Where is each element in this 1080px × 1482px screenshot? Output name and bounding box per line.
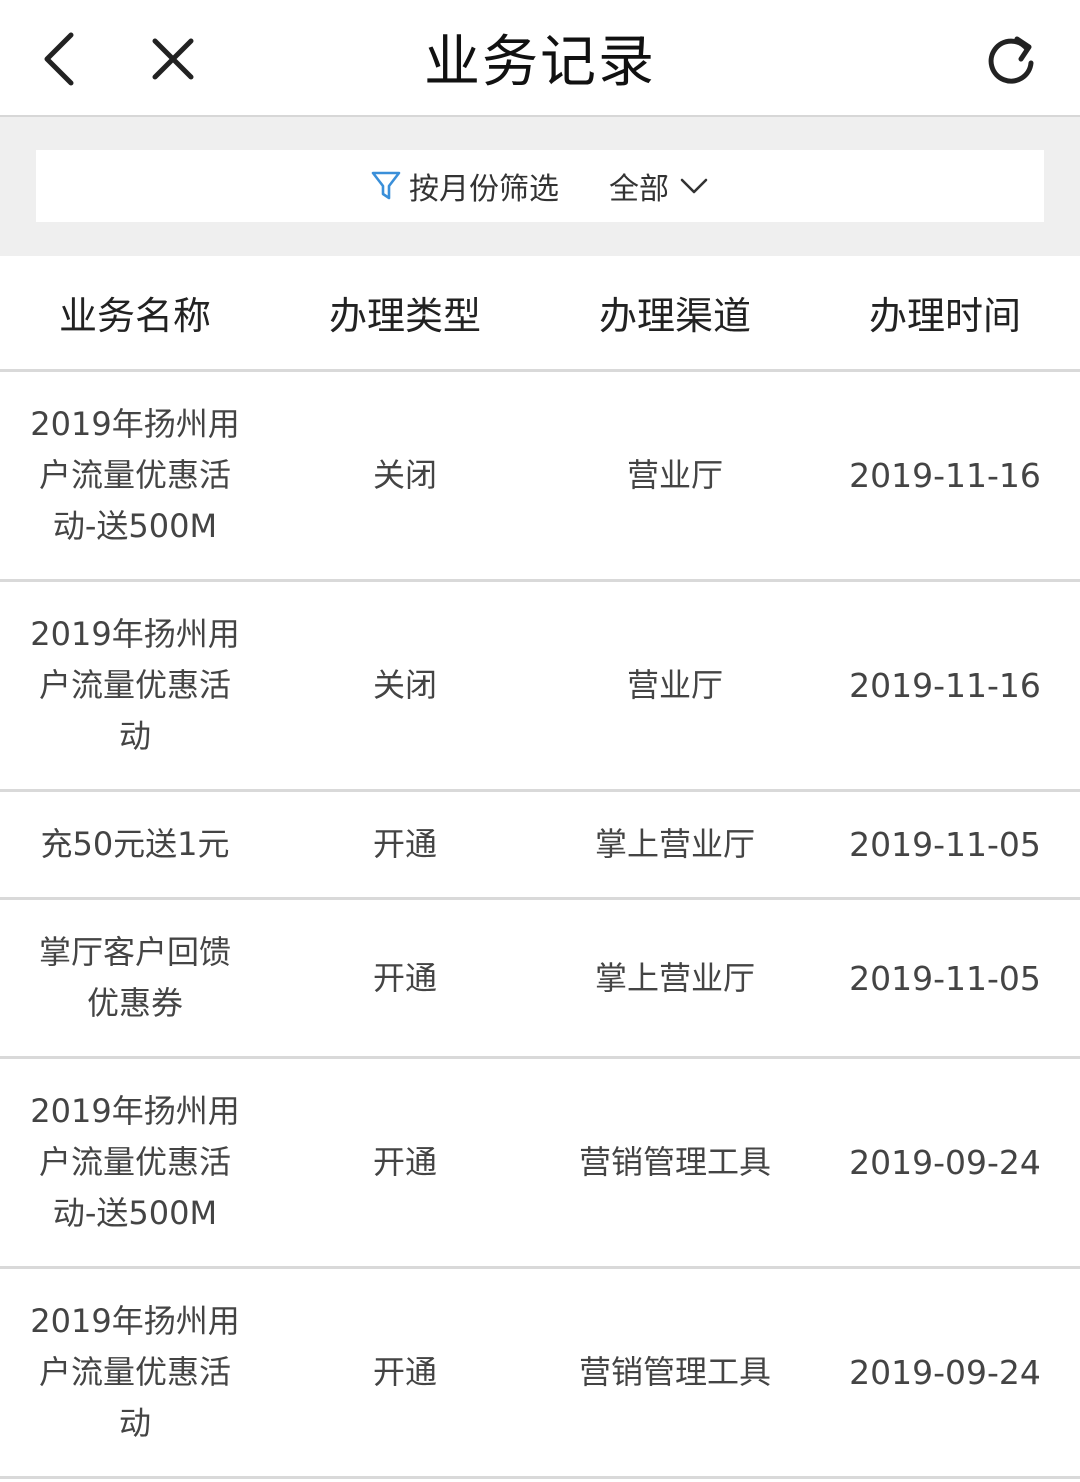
header-type: 办理类型 <box>328 294 481 338</box>
table-row[interactable]: 2019年扬州用户流量优惠活动-送500M 开通 营销管理工具 2019-09-… <box>0 1059 1080 1269</box>
cell-channel: 营业厅 <box>626 456 723 494</box>
cell-business-name: 2019年扬州用户流量优惠活动-送500M <box>30 1092 240 1232</box>
page-title: 业务记录 <box>424 30 656 95</box>
header-channel: 办理渠道 <box>598 294 751 338</box>
cell-channel: 营销管理工具 <box>578 1143 771 1181</box>
cell-type: 开通 <box>372 1353 437 1391</box>
cell-date: 2019-09-24 <box>849 1353 1041 1392</box>
header-name: 业务名称 <box>58 294 211 338</box>
cell-type: 关闭 <box>372 456 437 494</box>
filter-label-text: 按月份筛选 <box>409 172 559 207</box>
cell-type: 开通 <box>372 1143 437 1181</box>
table-row[interactable]: 2019年扬州用户流量优惠活动 开通 营销管理工具 2019-09-24 <box>0 1269 1080 1479</box>
cell-business-name: 充50元送1元 <box>40 825 230 863</box>
cell-type: 开通 <box>372 825 437 863</box>
month-filter[interactable]: 按月份筛选 全部 <box>36 150 1044 222</box>
cell-business-name: 2019年扬州用户流量优惠活动 <box>30 1302 240 1442</box>
cell-business-name: 2019年扬州用户流量优惠活动 <box>30 615 240 755</box>
table-header: 业务名称 办理类型 办理渠道 办理时间 <box>0 256 1080 372</box>
filter-icon <box>371 171 401 200</box>
cell-channel: 掌上营业厅 <box>594 825 755 863</box>
table-row[interactable]: 2019年扬州用户流量优惠活动-送500M 关闭 营业厅 2019-11-16 <box>0 372 1080 582</box>
cell-channel: 营业厅 <box>626 666 723 704</box>
filter-selected-value: 全部 <box>609 172 669 207</box>
records-table: 业务名称 办理类型 办理渠道 办理时间 2019年扬州用户流量优惠活动-送500… <box>0 256 1080 1479</box>
cell-channel: 掌上营业厅 <box>594 958 755 997</box>
cell-date: 2019-11-05 <box>849 825 1041 864</box>
filter-dropdown[interactable]: 全部 <box>609 164 709 208</box>
chevron-down-icon <box>680 178 708 194</box>
cell-type: 关闭 <box>372 666 437 704</box>
cell-date: 2019-11-16 <box>849 666 1041 705</box>
header-time: 办理时间 <box>868 294 1021 338</box>
cell-business-name: 2019年扬州用户流量优惠活动-送500M <box>30 405 240 545</box>
cell-date: 2019-11-05 <box>849 958 1041 998</box>
cell-business-name: 掌厅客户回馈优惠券 <box>38 933 231 1022</box>
filter-area: 按月份筛选 全部 <box>0 117 1080 256</box>
table-row[interactable]: 2019年扬州用户流量优惠活动 关闭 营业厅 2019-11-16 <box>0 582 1080 792</box>
refresh-icon[interactable] <box>976 0 1046 117</box>
cell-date: 2019-09-24 <box>849 1143 1041 1182</box>
table-row[interactable]: 掌厅客户回馈优惠券 开通 掌上营业厅 2019-11-05 <box>0 900 1080 1059</box>
cell-channel: 营销管理工具 <box>578 1353 771 1391</box>
cell-type: 开通 <box>372 958 437 997</box>
top-bar: 业务记录 <box>0 0 1080 117</box>
cell-date: 2019-11-16 <box>849 456 1041 495</box>
table-row[interactable]: 充50元送1元 开通 掌上营业厅 2019-11-05 <box>0 792 1080 900</box>
filter-label[interactable]: 按月份筛选 <box>371 164 559 208</box>
